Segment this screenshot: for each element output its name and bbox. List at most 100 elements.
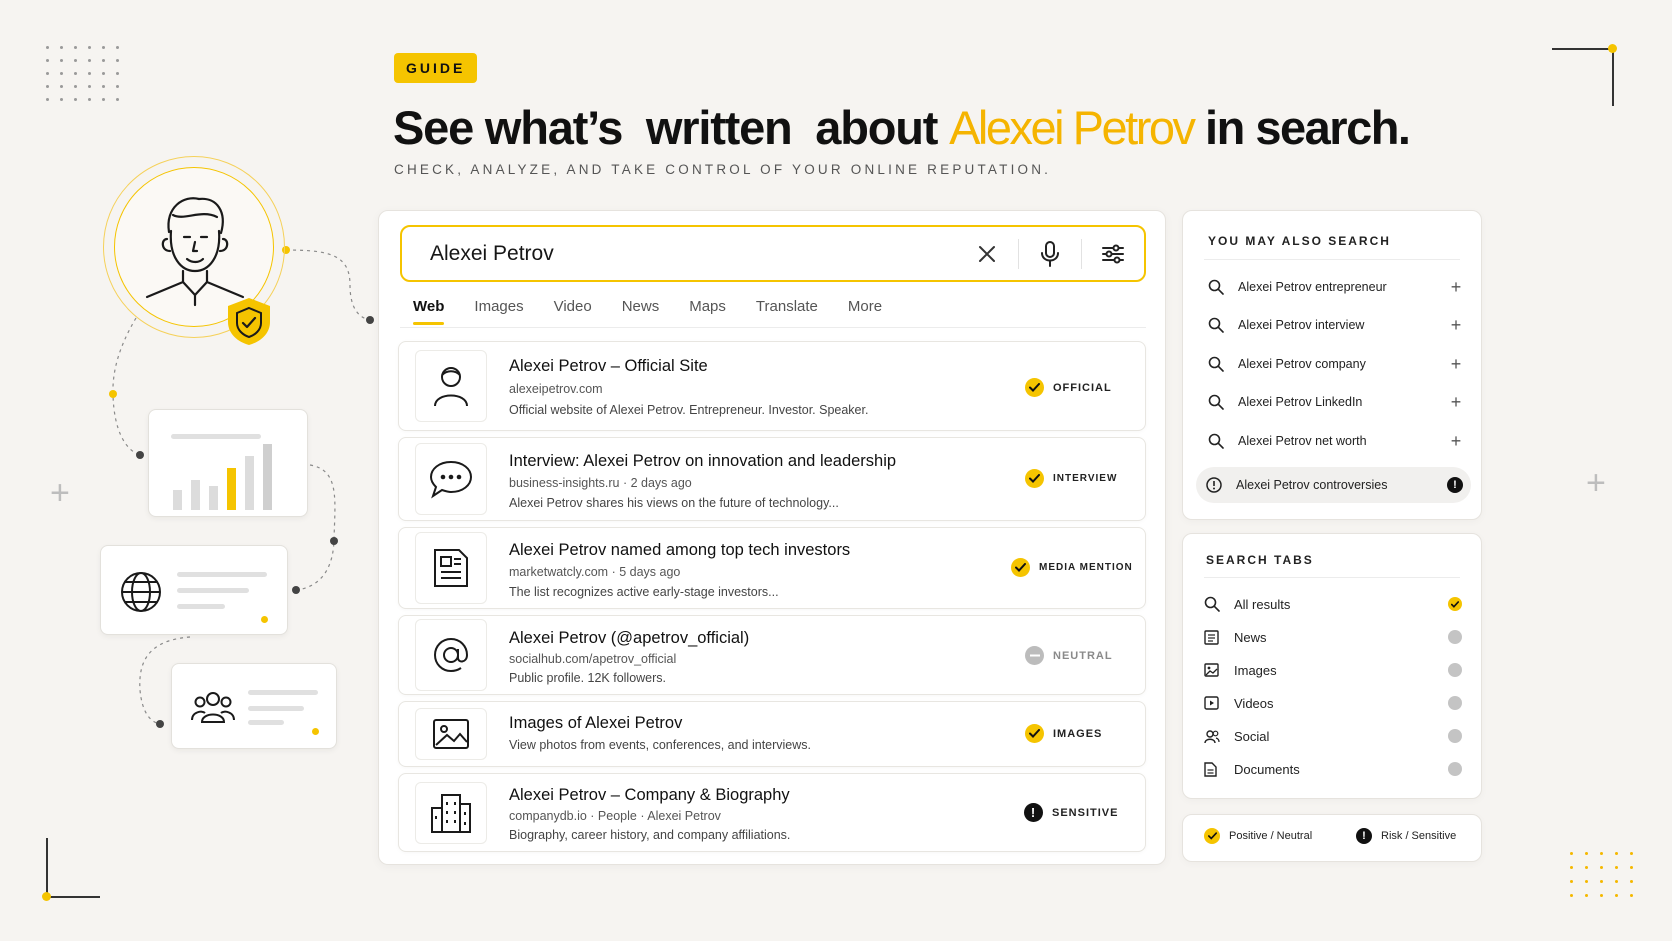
search-result[interactable]: Alexei Petrov – Official Site alexeipetr… <box>398 341 1146 431</box>
globe-icon <box>121 572 161 612</box>
search-tab-images[interactable]: Images <box>1204 655 1462 685</box>
headline-name: Alexei Petrov <box>949 101 1196 154</box>
corner-line <box>1552 48 1614 50</box>
result-thumbnail <box>415 532 487 604</box>
result-title[interactable]: Alexei Petrov named among top tech inves… <box>509 541 850 560</box>
search-result[interactable]: Images of Alexei Petrov View photos from… <box>398 701 1146 767</box>
suggestion-label: Alexei Petrov net worth <box>1238 434 1367 448</box>
headline-part-2: in search. <box>1193 101 1411 154</box>
add-icon[interactable]: + <box>1446 392 1466 413</box>
badge-label: MEDIA MENTION <box>1039 562 1133 573</box>
search-icon <box>1208 279 1238 295</box>
check-icon <box>1011 558 1030 577</box>
add-icon[interactable]: + <box>1446 277 1466 298</box>
card-line <box>248 690 318 695</box>
search-result[interactable]: Interview: Alexei Petrov on innovation a… <box>398 437 1146 521</box>
suggestion-item[interactable]: Alexei Petrov LinkedIn + <box>1196 384 1466 420</box>
card-line <box>177 604 225 609</box>
web-card <box>100 545 288 635</box>
tab-images[interactable]: Images <box>474 298 523 325</box>
result-title[interactable]: Alexei Petrov – Company & Biography <box>509 786 790 805</box>
connector-node <box>136 451 144 459</box>
social-card <box>171 663 337 749</box>
suggestion-item[interactable]: Alexei Petrov company + <box>1196 346 1466 382</box>
suggestion-item[interactable]: Alexei Petrov interview + <box>1196 307 1466 343</box>
search-tab-all-results[interactable]: All results <box>1204 589 1462 619</box>
card-line <box>248 706 304 711</box>
connector-node <box>292 586 300 594</box>
tab-maps[interactable]: Maps <box>689 298 726 325</box>
tab-translate[interactable]: Translate <box>756 298 818 325</box>
result-description: View photos from events, conferences, an… <box>509 738 812 752</box>
document-icon <box>434 549 468 587</box>
legend-positive-label: Positive / Neutral <box>1229 830 1313 842</box>
add-icon[interactable]: + <box>1446 315 1466 336</box>
suggestion-item[interactable]: Alexei Petrov net worth + <box>1196 423 1466 459</box>
tab-video[interactable]: Video <box>554 298 592 325</box>
shield-check-icon <box>228 298 270 345</box>
search-tab-documents[interactable]: Documents <box>1204 754 1462 784</box>
add-icon[interactable]: + <box>1446 354 1466 375</box>
search-type-tabs: Web Images Video News Maps Translate More <box>413 298 912 325</box>
search-tabs-title: SEARCH TABS <box>1206 553 1314 567</box>
alert-outline-icon <box>1206 477 1236 493</box>
search-tab-social[interactable]: Social <box>1204 721 1462 751</box>
close-icon <box>979 245 995 262</box>
result-title[interactable]: Alexei Petrov – Official Site <box>509 357 708 376</box>
result-status-badge: INTERVIEW <box>1025 469 1117 488</box>
result-status-badge: OFFICIAL <box>1025 378 1112 397</box>
alert-icon: ! <box>1024 803 1043 822</box>
corner-line <box>1612 48 1614 106</box>
suggestion-label: Alexei Petrov LinkedIn <box>1238 395 1363 409</box>
search-tab-news[interactable]: News <box>1204 622 1462 652</box>
plus-icon: + <box>1586 464 1606 502</box>
clear-button[interactable] <box>956 227 1018 280</box>
status-dot <box>1448 630 1462 644</box>
chat-bubble-icon <box>429 460 473 499</box>
connector-node <box>156 720 164 728</box>
result-thumbnail <box>415 443 487 515</box>
panel-divider <box>1204 577 1460 578</box>
alert-icon: ! <box>1447 477 1463 493</box>
microphone-icon <box>1041 240 1059 267</box>
image-icon <box>1204 663 1234 677</box>
search-result[interactable]: Alexei Petrov – Company & Biography comp… <box>398 773 1146 852</box>
tab-web[interactable]: Web <box>413 298 445 325</box>
result-url: alexeipetrov.com <box>509 382 603 396</box>
status-dot <box>1448 729 1462 743</box>
search-tab-label: Social <box>1234 728 1270 744</box>
badge-label: NEUTRAL <box>1053 649 1113 662</box>
users-icon <box>191 692 235 723</box>
headline-part-1: See what’s written about <box>393 101 950 154</box>
document-icon <box>1204 761 1234 777</box>
legend-positive: Positive / Neutral <box>1204 828 1312 844</box>
search-tab-label: News <box>1234 629 1267 645</box>
corner-dot <box>1608 44 1617 53</box>
filter-button[interactable] <box>1082 227 1144 280</box>
search-result[interactable]: Alexei Petrov (@apetrov_official) social… <box>398 615 1146 695</box>
decorative-dot-grid-yellow <box>1570 852 1633 897</box>
search-bar[interactable]: Alexei Petrov <box>400 225 1146 282</box>
badge-label: SENSITIVE <box>1052 806 1119 819</box>
connector-node <box>330 537 338 545</box>
suggestion-item-highlighted[interactable]: Alexei Petrov controversies ! <box>1196 467 1471 503</box>
result-url: business-insights.ru · 2 days ago <box>509 476 692 490</box>
search-tab-videos[interactable]: Videos <box>1204 688 1462 718</box>
suggestion-item[interactable]: Alexei Petrov entrepreneur + <box>1196 269 1466 305</box>
search-result[interactable]: Alexei Petrov named among top tech inves… <box>398 527 1146 609</box>
result-title[interactable]: Alexei Petrov (@apetrov_official) <box>509 629 749 648</box>
result-status-badge: IMAGES <box>1025 724 1102 743</box>
tab-more[interactable]: More <box>848 298 882 325</box>
add-icon[interactable]: + <box>1446 431 1466 452</box>
tab-news[interactable]: News <box>622 298 660 325</box>
voice-search-button[interactable] <box>1019 227 1081 280</box>
connector-node <box>109 390 117 398</box>
result-title[interactable]: Interview: Alexei Petrov on innovation a… <box>509 452 896 471</box>
newspaper-icon <box>1204 629 1234 645</box>
suggestion-label: Alexei Petrov entrepreneur <box>1238 280 1387 294</box>
users-icon <box>1204 729 1234 744</box>
search-tab-label: Documents <box>1234 761 1300 777</box>
search-input[interactable]: Alexei Petrov <box>402 242 956 266</box>
result-title[interactable]: Images of Alexei Petrov <box>509 714 682 733</box>
result-status-badge: MEDIA MENTION <box>1011 558 1133 577</box>
